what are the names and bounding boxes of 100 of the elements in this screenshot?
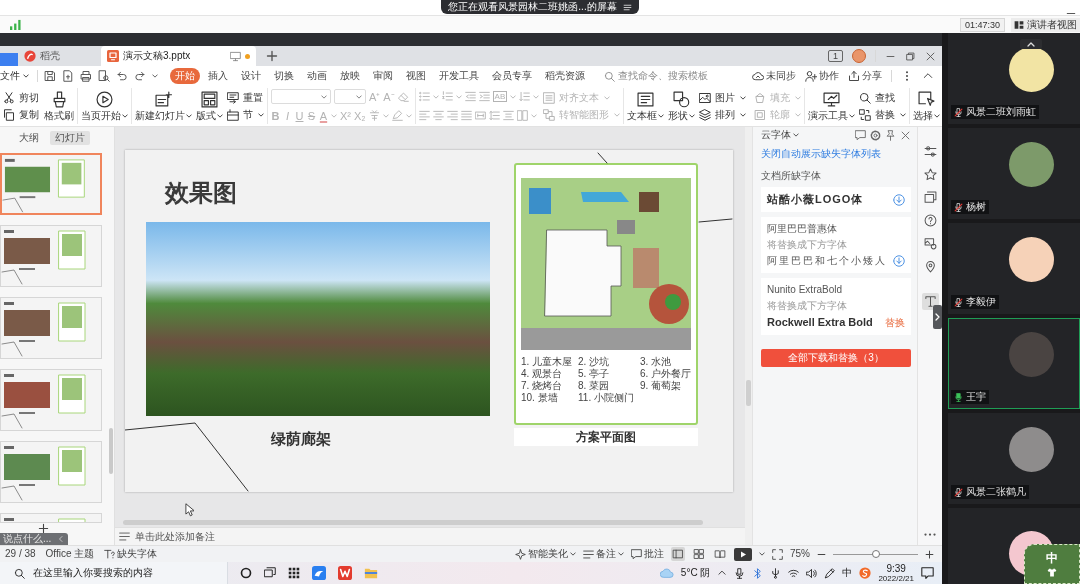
presenter-view-button[interactable]: 演讲者视图: [1011, 17, 1080, 32]
ribbon-tab[interactable]: 视图: [401, 68, 431, 84]
taskbar-search-field[interactable]: 在这里输入你要搜索的内容: [33, 567, 159, 579]
cloud-font-menu[interactable]: 云字体: [761, 129, 799, 141]
replace-button[interactable]: 替换: [859, 108, 907, 121]
input-method-icon[interactable]: [859, 567, 872, 579]
notes-button[interactable]: 备注: [583, 548, 624, 560]
window-tab[interactable]: 演示文稿3.pptx: [101, 46, 256, 66]
caret-icon[interactable]: [759, 552, 765, 556]
caret-icon[interactable]: [152, 74, 158, 78]
ring-icon[interactable]: [240, 567, 252, 579]
slides-icon[interactable]: [921, 189, 939, 206]
collaborate-button[interactable]: 协作: [805, 70, 839, 82]
more-icon[interactable]: [924, 532, 936, 537]
download-icon[interactable]: [893, 255, 905, 268]
window-count-badge[interactable]: 1: [828, 50, 843, 62]
clock-date[interactable]: 2022/2/21: [878, 573, 914, 583]
help-icon[interactable]: [921, 212, 939, 229]
arrange-button[interactable]: 排列: [699, 108, 747, 121]
comment-icon[interactable]: [855, 129, 866, 141]
ribbon-tab[interactable]: 动画: [302, 68, 332, 84]
app-grid-icon[interactable]: [288, 567, 300, 579]
video-tile[interactable]: 风景二张鹤凡: [948, 413, 1080, 504]
monitor-icon[interactable]: [230, 50, 241, 62]
picture-button[interactable]: 图片: [699, 91, 747, 104]
ribbon-tab[interactable]: 放映: [335, 68, 365, 84]
select-button[interactable]: 选择: [913, 88, 941, 124]
missing-fonts-button[interactable]: 缺失字体: [104, 548, 158, 560]
font-size-field[interactable]: [334, 89, 366, 104]
new-slide-button[interactable]: 新建幻灯片: [135, 88, 192, 124]
video-tile[interactable]: 王宇: [948, 318, 1080, 409]
download-icon[interactable]: [893, 193, 905, 206]
scrollbar[interactable]: [123, 519, 703, 525]
save-icon[interactable]: [44, 70, 56, 82]
ribbon-tab[interactable]: 稻壳资源: [540, 68, 590, 84]
slider-thumb[interactable]: [871, 550, 880, 558]
scrollbar[interactable]: [108, 428, 113, 474]
notes-icon[interactable]: [119, 531, 130, 542]
microphone-icon[interactable]: [734, 567, 746, 579]
reading-view-icon[interactable]: [713, 547, 727, 561]
pin-icon[interactable]: [885, 129, 896, 141]
play-from-current-button[interactable]: 当页开始: [81, 88, 128, 124]
image-settings-icon[interactable]: [921, 235, 939, 252]
format-painter-button[interactable]: 格式刷: [44, 88, 74, 124]
task-view-icon[interactable]: [264, 567, 276, 579]
close-icon[interactable]: [900, 129, 911, 141]
comments-button[interactable]: 批注: [631, 548, 664, 560]
new-tab-icon[interactable]: [266, 50, 278, 62]
download-and-replace-button[interactable]: 全部下载和替换（3）: [761, 349, 911, 368]
layout-button[interactable]: 版式: [196, 88, 223, 124]
find-button[interactable]: 查找: [859, 91, 907, 104]
star-icon[interactable]: [921, 166, 939, 183]
scrollbar[interactable]: [746, 380, 751, 406]
ribbon-tab[interactable]: 开发工具: [434, 68, 484, 84]
input-method-indicator[interactable]: 中: [842, 567, 853, 579]
weather-text[interactable]: 5°C 阴: [680, 567, 711, 579]
smart-beautify-button[interactable]: 智能美化: [515, 548, 576, 560]
slide-thumbnail[interactable]: [0, 297, 102, 359]
slide-thumbnail[interactable]: [0, 369, 102, 431]
ribbon-tab[interactable]: 设计: [236, 68, 266, 84]
video-tile[interactable]: 杨树: [948, 128, 1080, 219]
office-app-icon[interactable]: [338, 566, 352, 580]
slide-thumbnail[interactable]: [0, 441, 102, 503]
theme-button[interactable]: Office 主题: [45, 548, 95, 560]
user-avatar[interactable]: [852, 49, 866, 63]
volume-icon[interactable]: [806, 567, 818, 579]
font-name-field[interactable]: [271, 89, 331, 104]
text-box-button[interactable]: 文本框: [627, 88, 665, 124]
share-button[interactable]: 分享: [848, 70, 882, 82]
settings-icon[interactable]: [870, 129, 881, 141]
folder-icon[interactable]: [364, 566, 378, 580]
video-tile[interactable]: 李毅伊: [948, 223, 1080, 314]
panel-tab[interactable]: 幻灯片: [50, 131, 90, 145]
notification-icon[interactable]: [921, 566, 934, 580]
panel-tab[interactable]: 大纲: [14, 131, 44, 145]
shape-button[interactable]: 形状: [668, 88, 696, 124]
clock-time[interactable]: 9:39: [886, 563, 906, 574]
collapse-icon[interactable]: [1020, 39, 1042, 49]
ribbon-tab[interactable]: 会员专享: [487, 68, 537, 84]
fit-window-icon[interactable]: [772, 548, 783, 560]
command-search-field[interactable]: 查找命令、搜索模板: [604, 70, 718, 82]
usb-icon[interactable]: [770, 567, 782, 579]
section-button[interactable]: 节: [227, 108, 264, 121]
messaging-app-icon[interactable]: [312, 566, 326, 580]
wifi-icon[interactable]: [788, 567, 800, 579]
notes-field[interactable]: 单击此处添加备注: [135, 530, 219, 543]
normal-view-icon[interactable]: [671, 547, 685, 561]
restore-icon[interactable]: [905, 50, 916, 62]
reset-button[interactable]: 重置: [227, 91, 264, 104]
print-icon[interactable]: [80, 70, 92, 82]
undo-icon[interactable]: [116, 70, 128, 82]
pen-icon[interactable]: [824, 567, 836, 579]
taskbar-search-box[interactable]: 在这里输入你要搜索的内容: [0, 562, 228, 584]
zoom-in-icon[interactable]: [925, 549, 934, 559]
sync-status-button[interactable]: 未同步: [752, 70, 796, 82]
close-icon[interactable]: [925, 50, 936, 62]
file-menu[interactable]: 文件: [0, 70, 33, 82]
slide-thumbnail[interactable]: [0, 225, 102, 287]
print-preview-icon[interactable]: [98, 70, 110, 82]
ribbon-tab[interactable]: 切换: [269, 68, 299, 84]
